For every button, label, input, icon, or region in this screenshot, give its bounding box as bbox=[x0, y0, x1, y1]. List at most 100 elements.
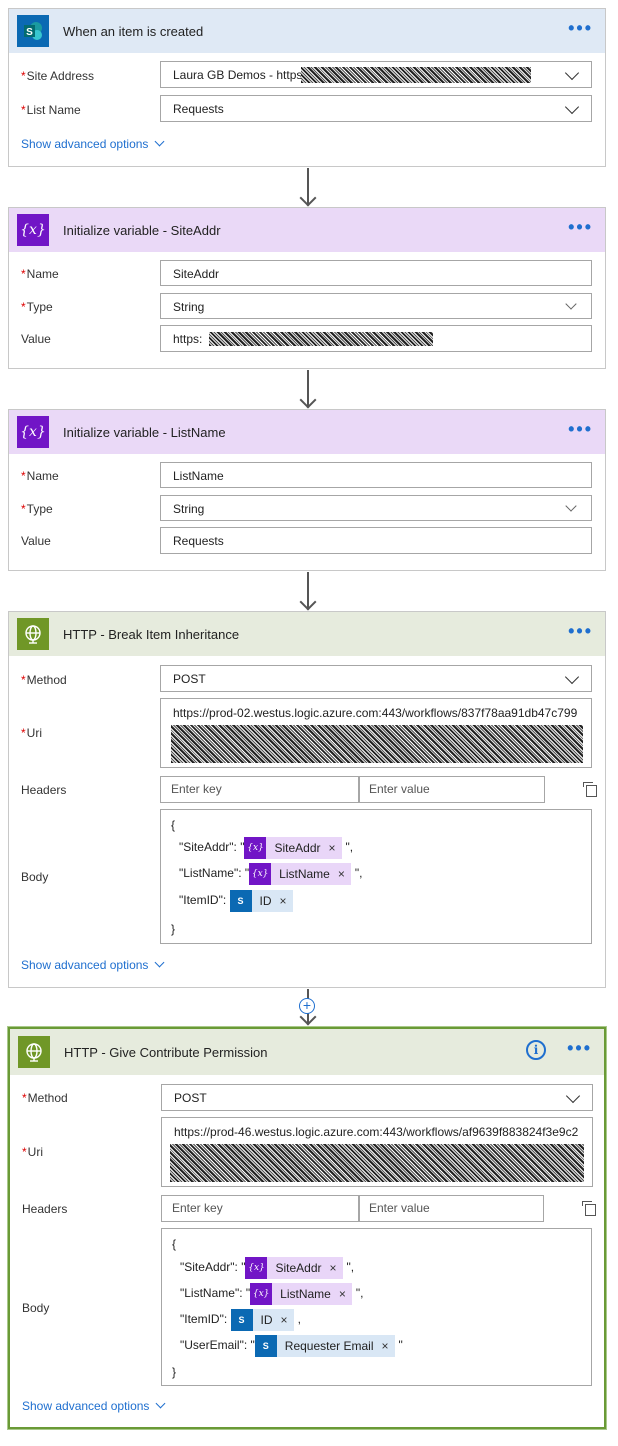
type-label: *Type bbox=[21, 300, 53, 314]
more-dots-icon[interactable]: ••• bbox=[567, 1038, 592, 1059]
site-address-dropdown[interactable]: Laura GB Demos - https: bbox=[160, 61, 592, 88]
variable-name-field[interactable]: ListName bbox=[160, 462, 592, 488]
body-line-listname: "ListName": " {x} ListName × ", bbox=[179, 863, 362, 885]
sharepoint-icon: S bbox=[17, 15, 49, 47]
uri-field[interactable]: https://prod-02.westus.logic.azure.com:4… bbox=[160, 698, 592, 768]
headers-label: Headers bbox=[21, 783, 67, 797]
init-variable-listname-card[interactable]: {x} Initialize variable - ListName ••• *… bbox=[8, 409, 606, 571]
body-line-itemid: "ItemID": S ID × bbox=[179, 890, 293, 912]
http-break-item-inheritance-card[interactable]: HTTP - Break Item Inheritance ••• *Metho… bbox=[8, 611, 606, 988]
globe-icon bbox=[17, 618, 49, 650]
variable-value-field[interactable]: https: bbox=[160, 325, 592, 352]
sharepoint-icon: S bbox=[230, 1309, 253, 1331]
remove-x-icon[interactable]: × bbox=[339, 1287, 352, 1301]
copy-icon[interactable] bbox=[583, 782, 597, 797]
body-brace-close: } bbox=[172, 1365, 177, 1379]
variable-icon: {x} bbox=[17, 416, 49, 448]
card-header[interactable]: S When an item is created ••• bbox=[9, 9, 605, 53]
body-line-siteaddr: "SiteAddr": " {x} SiteAddr × ", bbox=[179, 837, 353, 859]
variable-type-dropdown[interactable]: String bbox=[160, 293, 592, 319]
remove-x-icon[interactable]: × bbox=[329, 841, 342, 855]
redacted-url bbox=[171, 725, 583, 763]
chevron-down-icon bbox=[564, 669, 580, 685]
body-line-listname: "ListName": " {x} ListName × ", bbox=[180, 1283, 363, 1305]
sharepoint-icon: S bbox=[229, 890, 252, 912]
variable-type-dropdown[interactable]: String bbox=[160, 495, 592, 521]
remove-x-icon[interactable]: × bbox=[280, 894, 293, 908]
card-header[interactable]: {x} Initialize variable - SiteAddr ••• bbox=[9, 208, 605, 252]
chevron-down-icon bbox=[154, 136, 165, 147]
body-label: Body bbox=[21, 870, 49, 884]
copy-icon[interactable] bbox=[582, 1201, 596, 1216]
sharepoint-icon: S bbox=[254, 1335, 277, 1357]
body-editor[interactable]: { "SiteAddr": " {x} SiteAddr × ", "ListName"… bbox=[161, 1228, 592, 1386]
site-address-label: *Site Address bbox=[21, 69, 95, 83]
header-value-input[interactable]: Enter value bbox=[358, 1195, 544, 1222]
card-title: HTTP - Break Item Inheritance bbox=[63, 626, 240, 642]
more-dots-icon[interactable]: ••• bbox=[568, 621, 593, 642]
header-key-input[interactable]: Enter key bbox=[160, 776, 360, 803]
listname-token[interactable]: {x} ListName × bbox=[249, 863, 351, 885]
redacted-url bbox=[301, 67, 531, 83]
variable-icon: {x} bbox=[244, 837, 267, 859]
variable-icon: {x} bbox=[250, 1283, 273, 1305]
body-line-useremail: "UserEmail": " S Requester Email × " bbox=[180, 1335, 403, 1357]
list-name-label: *List Name bbox=[21, 103, 81, 117]
method-dropdown[interactable]: POST bbox=[160, 665, 592, 692]
method-dropdown[interactable]: POST bbox=[161, 1084, 593, 1111]
body-editor[interactable]: { "SiteAddr": " {x} SiteAddr × ", "ListName"… bbox=[160, 809, 592, 944]
siteaddr-token[interactable]: {x} SiteAddr × bbox=[244, 837, 342, 859]
chevron-down-icon bbox=[564, 99, 580, 115]
show-advanced-options-link[interactable]: Show advanced options bbox=[22, 1398, 166, 1413]
chevron-down-icon bbox=[565, 298, 577, 310]
body-brace-close: } bbox=[171, 922, 176, 936]
chevron-down-icon bbox=[564, 65, 580, 81]
more-dots-icon[interactable]: ••• bbox=[568, 18, 593, 39]
card-header[interactable]: HTTP - Give Contribute Permission i ••• bbox=[10, 1029, 604, 1075]
card-header[interactable]: {x} Initialize variable - ListName ••• bbox=[9, 410, 605, 454]
http-give-contribute-permission-card[interactable]: HTTP - Give Contribute Permission i ••• … bbox=[8, 1027, 606, 1429]
list-name-dropdown[interactable]: Requests bbox=[160, 95, 592, 122]
variable-icon: {x} bbox=[17, 214, 49, 246]
body-line-siteaddr: "SiteAddr": " {x} SiteAddr × ", bbox=[180, 1257, 354, 1279]
remove-x-icon[interactable]: × bbox=[281, 1313, 294, 1327]
card-title: HTTP - Give Contribute Permission bbox=[64, 1044, 268, 1060]
remove-x-icon[interactable]: × bbox=[382, 1339, 395, 1353]
arrowhead bbox=[299, 391, 317, 409]
card-title: Initialize variable - SiteAddr bbox=[63, 222, 221, 238]
id-token[interactable]: S ID × bbox=[230, 1309, 294, 1331]
body-line-itemid: "ItemID": S ID ×, bbox=[180, 1309, 301, 1331]
type-label: *Type bbox=[21, 502, 53, 516]
card-header[interactable]: HTTP - Break Item Inheritance ••• bbox=[9, 612, 605, 656]
more-dots-icon[interactable]: ••• bbox=[568, 419, 593, 440]
remove-x-icon[interactable]: × bbox=[330, 1261, 343, 1275]
arrowhead bbox=[299, 593, 317, 611]
uri-field[interactable]: https://prod-46.westus.logic.azure.com:4… bbox=[161, 1117, 593, 1187]
init-variable-siteaddr-card[interactable]: {x} Initialize variable - SiteAddr ••• *… bbox=[8, 207, 606, 369]
name-label: *Name bbox=[21, 469, 59, 483]
variable-icon: {x} bbox=[245, 1257, 268, 1279]
chevron-down-icon bbox=[565, 500, 577, 512]
variable-value-field[interactable]: Requests bbox=[160, 527, 592, 554]
siteaddr-token[interactable]: {x} SiteAddr × bbox=[245, 1257, 343, 1279]
header-key-input[interactable]: Enter key bbox=[161, 1195, 360, 1222]
method-label: *Method bbox=[21, 673, 67, 687]
redacted-url bbox=[209, 332, 433, 346]
variable-name-field[interactable]: SiteAddr bbox=[160, 260, 592, 286]
sharepoint-glyph: S bbox=[26, 27, 33, 38]
remove-x-icon[interactable]: × bbox=[338, 867, 351, 881]
body-brace-open: { bbox=[172, 1237, 177, 1251]
more-dots-icon[interactable]: ••• bbox=[568, 217, 593, 238]
body-label: Body bbox=[22, 1301, 50, 1315]
info-icon[interactable]: i bbox=[526, 1040, 546, 1060]
trigger-card-when-item-created[interactable]: S When an item is created ••• *Site Addr… bbox=[8, 8, 606, 167]
show-advanced-options-link[interactable]: Show advanced options bbox=[21, 957, 165, 972]
card-title: Initialize variable - ListName bbox=[63, 424, 226, 440]
id-token[interactable]: S ID × bbox=[229, 890, 293, 912]
requester-email-token[interactable]: S Requester Email × bbox=[254, 1335, 395, 1357]
body-brace-open: { bbox=[171, 818, 176, 832]
header-value-input[interactable]: Enter value bbox=[358, 776, 545, 803]
show-advanced-options-link[interactable]: Show advanced options bbox=[21, 136, 165, 151]
card-title: When an item is created bbox=[63, 23, 204, 39]
listname-token[interactable]: {x} ListName × bbox=[250, 1283, 352, 1305]
